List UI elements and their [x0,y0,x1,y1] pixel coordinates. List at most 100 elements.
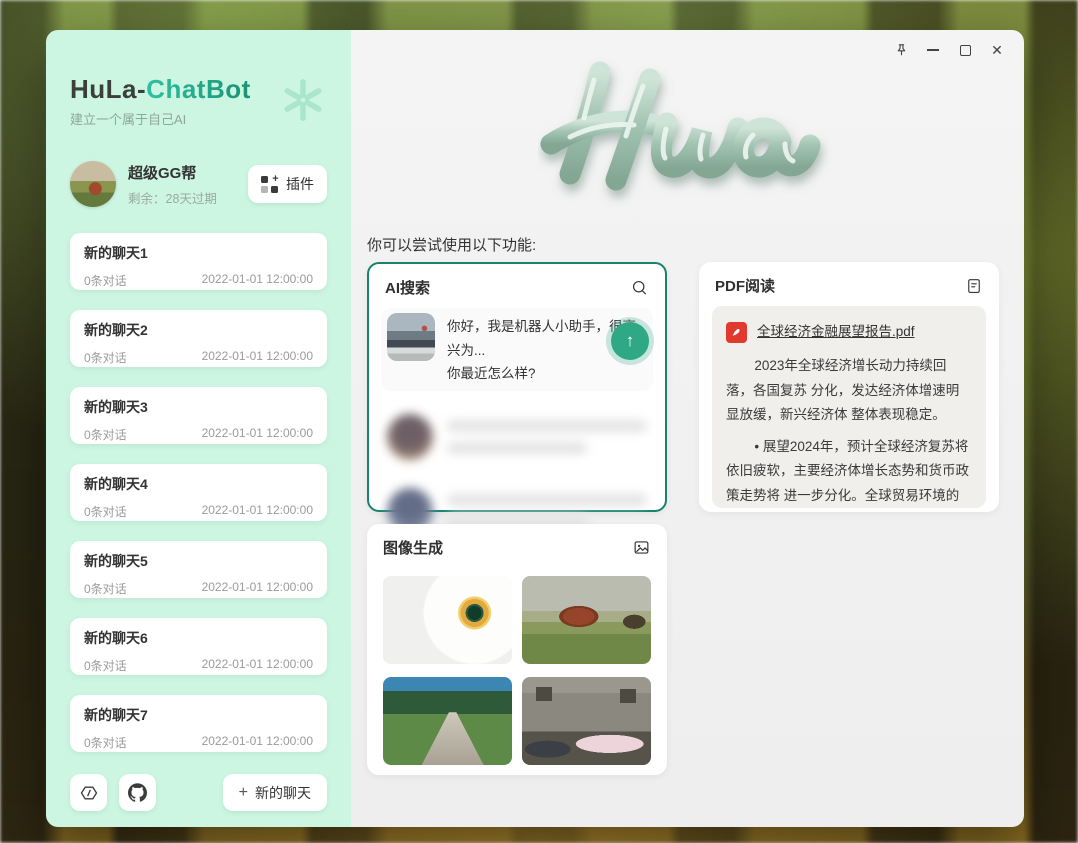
app-title-accent: ChatBot [146,74,251,104]
chat-list-item-2[interactable]: 新的聊天2 0条对话 2022-01-01 12:00:00 [70,310,327,367]
new-chat-button[interactable]: + 新的聊天 [223,774,327,811]
chat-meta: 0条对话 2022-01-01 12:00:00 [84,503,313,520]
pdf-file-link[interactable]: 全球经济金融展望报告.pdf [757,320,915,344]
generated-image-path[interactable] [383,677,512,765]
brand-row: HuLa-ChatBot 建立一个属于自己AI [70,74,327,129]
chat-time: 2022-01-01 12:00:00 [202,349,313,366]
chat-title: 新的聊天2 [84,320,313,340]
new-chat-label: 新的聊天 [255,783,311,803]
pin-icon [893,42,910,59]
hula-3d-logo [538,48,838,213]
pdf-preview-box: 全球经济金融展望报告.pdf 2023年全球经济增长动力持续回落，各国复苏 分化… [712,306,986,508]
chat-time: 2022-01-01 12:00:00 [202,503,313,520]
chat-count: 0条对话 [84,426,127,443]
sidebar-footer: + 新的聊天 [70,774,327,811]
chat-list-item-6[interactable]: 新的聊天6 0条对话 2022-01-01 12:00:00 [70,618,327,675]
image-gen-title: 图像生成 [383,537,443,558]
chat-list-item-3[interactable]: 新的聊天3 0条对话 2022-01-01 12:00:00 [70,387,327,444]
chat-meta: 0条对话 2022-01-01 12:00:00 [84,349,313,366]
bot-message-line-2: 你最近怎么样? [447,362,647,386]
close-button[interactable]: ✕ [984,38,1010,62]
chat-time: 2022-01-01 12:00:00 [202,657,313,674]
send-button[interactable]: ↑ [611,322,649,360]
pdf-paragraph-2: • 展望2024年，预计全球经济复苏将依旧疲软，主要经济体增长态势和货币政策走势… [726,435,972,508]
close-icon: ✕ [991,42,1003,59]
chat-title: 新的聊天5 [84,551,313,571]
pin-button[interactable] [888,38,914,62]
plugin-button[interactable]: + 插件 [248,165,327,203]
pdf-file-row: 全球经济金融展望报告.pdf [726,320,972,344]
app-title: HuLa-ChatBot [70,74,251,105]
hexagon-slash-button[interactable] [70,774,107,811]
chat-meta: 0条对话 2022-01-01 12:00:00 [84,426,313,443]
blurred-avatar [387,414,433,460]
chat-count: 0条对话 [84,272,127,289]
image-generation-card[interactable]: 图像生成 [367,524,667,775]
app-title-primary: HuLa- [70,74,146,104]
pdf-title: PDF阅读 [715,275,775,296]
chat-title: 新的聊天6 [84,628,313,648]
chat-title: 新的聊天3 [84,397,313,417]
titlebar-controls: ✕ [888,38,1010,62]
chat-time: 2022-01-01 12:00:00 [202,426,313,443]
chat-meta: 0条对话 2022-01-01 12:00:00 [84,272,313,289]
chat-list-item-1[interactable]: 新的聊天1 0条对话 2022-01-01 12:00:00 [70,233,327,290]
chat-list: 新的聊天1 0条对话 2022-01-01 12:00:00 新的聊天2 0条对… [70,233,327,752]
plugin-blocks-icon: + [261,176,278,193]
chat-time: 2022-01-01 12:00:00 [202,272,313,289]
user-meta: 超级GG帮 剩余：28天过期 [128,162,248,207]
hexagon-slash-icon [79,783,99,803]
chat-list-item-4[interactable]: 新的聊天4 0条对话 2022-01-01 12:00:00 [70,464,327,521]
user-row: 超级GG帮 剩余：28天过期 + 插件 [70,161,327,207]
chat-count: 0条对话 [84,657,127,674]
chat-meta: 0条对话 2022-01-01 12:00:00 [84,580,313,597]
plugin-button-label: 插件 [286,174,314,194]
chat-count: 0条对话 [84,503,127,520]
chat-count: 0条对话 [84,580,127,597]
chat-title: 新的聊天4 [84,474,313,494]
plus-icon: + [239,784,248,802]
bot-avatar [387,313,435,361]
bot-message-row: 你好，我是机器人小助手，很高兴为... 你最近怎么样? ↑ [381,308,653,391]
generated-image-grid [383,576,651,765]
features-hint: 你可以尝试使用以下功能: [367,234,536,255]
minimize-icon [927,49,939,51]
ai-search-header: AI搜索 [369,264,665,306]
pdf-header: PDF阅读 [699,262,999,304]
chat-meta: 0条对话 2022-01-01 12:00:00 [84,657,313,674]
generated-image-building-cars[interactable] [522,677,651,765]
chat-title: 新的聊天7 [84,705,313,725]
image-icon [632,538,651,557]
app-window: HuLa-ChatBot 建立一个属于自己AI [46,30,1024,827]
ai-search-card[interactable]: AI搜索 你好，我是机器人小助手，很高兴为... 你最近怎么样? ↑ [367,262,667,512]
chat-time: 2022-01-01 12:00:00 [202,580,313,597]
chat-list-item-5[interactable]: 新的聊天5 0条对话 2022-01-01 12:00:00 [70,541,327,598]
pdf-file-icon [726,322,747,343]
openai-logo-icon [279,76,327,129]
chat-count: 0条对话 [84,349,127,366]
main-area: ✕ [351,30,1024,827]
github-button[interactable] [119,774,156,811]
arrow-up-icon: ↑ [626,331,635,351]
blurred-text [447,494,647,528]
chat-list-item-7[interactable]: 新的聊天7 0条对话 2022-01-01 12:00:00 [70,695,327,752]
chat-title: 新的聊天1 [84,243,313,263]
sidebar: HuLa-ChatBot 建立一个属于自己AI [46,30,351,827]
minimize-button[interactable] [920,38,946,62]
maximize-button[interactable] [952,38,978,62]
maximize-icon [960,45,971,56]
chat-time: 2022-01-01 12:00:00 [202,734,313,751]
github-icon [128,783,147,802]
user-expiry: 剩余：28天过期 [128,188,248,207]
user-name: 超级GG帮 [128,162,248,183]
ai-search-title: AI搜索 [385,277,430,298]
blurred-message-row-1 [381,409,653,465]
pdf-paragraph-1: 2023年全球经济增长动力持续回落，各国复苏 分化，发达经济体增速明显放缓，新兴… [726,354,972,427]
generated-image-farm[interactable] [522,576,651,664]
user-avatar[interactable] [70,161,116,207]
pdf-reader-card[interactable]: PDF阅读 全球经济金融展望报告.pdf 2023年全球经济增长动力 [699,262,999,512]
document-icon [965,277,983,295]
blurred-text [447,420,647,454]
chat-meta: 0条对话 2022-01-01 12:00:00 [84,734,313,751]
generated-image-daisy[interactable] [383,576,512,664]
